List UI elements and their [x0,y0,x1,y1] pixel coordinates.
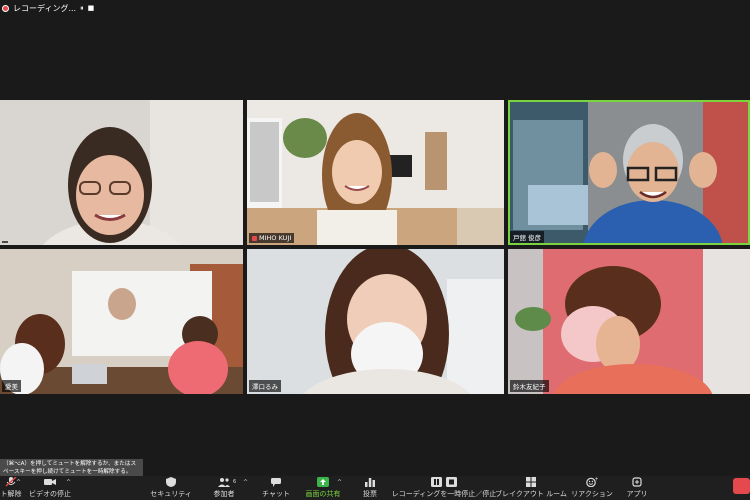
apps-icon [631,477,643,487]
participant-name: 鈴木友紀子 [510,380,549,392]
participant-name: MIHO KUJI [249,233,295,243]
end-meeting-button[interactable] [733,478,750,494]
video-camera-icon [44,477,56,487]
unmute-tooltip: （⌘⌥A）を押してミュートを解除するか、またはスペースキーを押し続けてミュートを… [0,459,143,476]
chevron-up-icon[interactable]: ^ [337,479,342,486]
chevron-up-icon[interactable]: ^ [243,479,248,486]
video-tile[interactable]: 愛美 [0,249,243,394]
participant-video [508,100,750,245]
share-screen-icon [317,477,329,487]
polls-button[interactable]: 投票 [362,476,378,500]
people-icon [218,477,230,487]
participant-video [508,249,750,394]
muted-mic-icon [252,235,257,241]
recording-indicator: レコーディング... ⏸ ■ [0,0,94,16]
recording-pause-button[interactable]: ⏸ [80,4,84,13]
gallery-view: MIHO KUJI 戸舘 俊彦 愛美 澤口るみ 鈴木友紀子 [0,100,750,394]
participant-video [247,249,504,394]
recording-stop-button[interactable]: ■ [88,4,95,12]
participant-name: 澤口るみ [249,380,281,392]
grid-icon [525,477,537,487]
video-tile[interactable] [0,100,243,245]
apps-button[interactable]: アプリ [627,476,648,500]
recording-label: レコーディング... [13,3,77,13]
smiley-plus-icon: + [586,477,599,488]
participant-video [247,100,504,245]
chat-button[interactable]: チャット [262,476,290,500]
security-button[interactable]: セキュリティ [150,476,192,500]
stop-video-button[interactable]: ビデオの停止 [29,476,71,500]
recording-dot-icon [2,4,9,12]
chevron-up-icon[interactable]: ^ [16,479,21,486]
recording-controls-button[interactable]: レコーディングを一時停止／停止 [392,476,496,500]
breakout-rooms-button[interactable]: ブレイクアウト ルーム [495,476,567,500]
pause-stop-icon [431,477,457,487]
shield-icon [165,477,177,487]
participant-name [2,241,8,243]
bar-chart-icon [364,477,376,487]
participant-name: 愛美 [2,380,21,392]
reactions-button[interactable]: + リアクション [571,476,613,500]
participants-button[interactable]: 参加者 [213,476,235,500]
participant-video [0,249,243,394]
video-tile-active-speaker[interactable]: 戸舘 俊彦 [508,100,750,245]
meeting-toolbar: ト解除 ^ ビデオの停止 ^ セキュリティ 参加者 6 ^ チャット 画面の共有… [0,476,750,500]
chat-bubble-icon [270,477,282,487]
participant-video [0,100,243,245]
svg-text:+: + [595,477,599,483]
video-tile[interactable]: 澤口るみ [247,249,504,394]
chevron-up-icon[interactable]: ^ [66,479,71,486]
participant-name: 戸舘 俊彦 [510,231,545,243]
participants-count: 6 [233,479,237,485]
video-tile[interactable]: 鈴木友紀子 [508,249,750,394]
share-screen-button[interactable]: 画面の共有 [306,476,341,500]
video-tile[interactable]: MIHO KUJI [247,100,504,245]
